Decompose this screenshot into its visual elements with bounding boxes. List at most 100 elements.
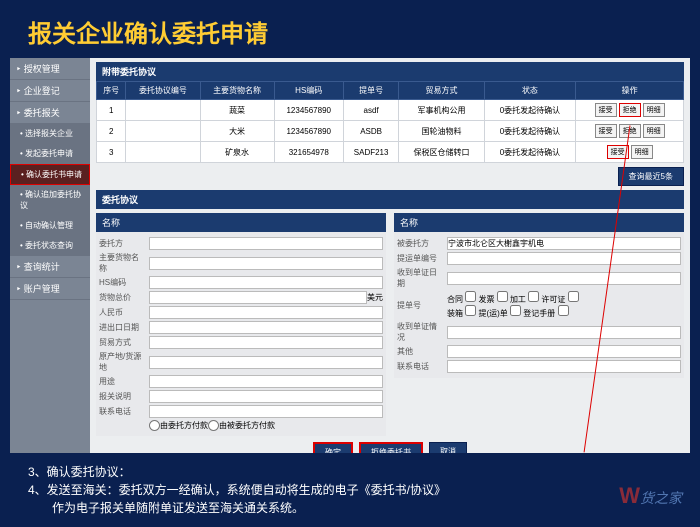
sidebar-item-4[interactable]: • 发起委托申请 [10, 144, 90, 164]
pay-radio-1[interactable] [149, 420, 160, 431]
confirm-button[interactable]: 确定 [313, 442, 353, 453]
form-input[interactable] [149, 375, 383, 388]
sidebar-item-3[interactable]: • 选择报关企业 [10, 124, 90, 144]
sidebar-item-0[interactable]: ‣ 授权管理 [10, 58, 90, 80]
form-input[interactable] [149, 257, 383, 270]
form-input[interactable] [149, 356, 383, 369]
cell-goods: 大米 [200, 121, 274, 142]
form-row: 委托方 [99, 237, 383, 250]
cell-seq: 2 [97, 121, 126, 142]
form-label: 货物总价 [99, 292, 149, 303]
footer-line-2: 4、发送至海关：委托双方一经确认，系统便自动将生成的电子《委托书/协议》 [28, 481, 446, 499]
col-header: 主要货物名称 [200, 82, 274, 100]
table-row: 2大米1234567890ASDB国轮油物料0委托发起待确认接受拒绝明细 [97, 121, 684, 142]
form-panel-title: 委托协议 [96, 190, 684, 209]
form-label: 报关说明 [99, 391, 149, 402]
cell-no [126, 142, 200, 163]
cell-bl: asdf [343, 100, 399, 121]
form-input[interactable] [149, 321, 383, 334]
form-input[interactable] [149, 336, 383, 349]
upper-panel-title: 附带委托协议 [96, 62, 684, 81]
form-right: 名称 被委托方提运单编号收到单证日期提单号合同 发票 加工 许可证 装箱 提(运… [394, 213, 684, 436]
cell-trade: 军事机构公用 [399, 100, 484, 121]
col-header: 操作 [576, 82, 684, 100]
form-input[interactable] [149, 405, 383, 418]
form-label: 联系电话 [99, 406, 149, 417]
cancel-button[interactable]: 取消 [429, 442, 467, 453]
sidebar-item-2[interactable]: ‣ 委托报关 [10, 102, 90, 124]
reject-delegation-button[interactable]: 拒绝委托书 [359, 442, 423, 453]
check-label: 发票 [478, 295, 494, 304]
form-input[interactable] [447, 345, 681, 358]
form-row: 联系电话 [99, 405, 383, 418]
sidebar-item-5[interactable]: • 确认委托书申请 [10, 164, 90, 185]
table-row: 3矿泉水321654978SADF213保税区仓储转口0委托发起待确认接受明细 [97, 142, 684, 163]
op-button[interactable]: 接受 [595, 124, 617, 138]
sidebar-item-7[interactable]: • 自动确认管理 [10, 216, 90, 236]
form-row: 提单号合同 发票 加工 许可证 装箱 提(运)单 登记手册 [397, 291, 681, 319]
query-recent-button[interactable]: 查询最近5条 [618, 167, 684, 186]
form-input[interactable] [447, 360, 681, 373]
main-content: 附带委托协议 序号委托协议编号主要货物名称HS编码提单号贸易方式状态操作 1蔬菜… [90, 58, 690, 453]
form-row: 贸易方式 [99, 336, 383, 349]
form-input[interactable] [447, 252, 681, 265]
form-label: 收到单证情况 [397, 321, 447, 343]
form-row: 收到单证日期 [397, 267, 681, 289]
cell-status: 0委托发起待确认 [484, 121, 576, 142]
op-button[interactable]: 明细 [643, 124, 665, 138]
cell-seq: 3 [97, 142, 126, 163]
cell-trade: 国轮油物料 [399, 121, 484, 142]
form-label: 委托方 [99, 238, 149, 249]
form-input[interactable] [447, 272, 681, 285]
cell-seq: 1 [97, 100, 126, 121]
sidebar-item-8[interactable]: • 委托状态查询 [10, 236, 90, 256]
radio-label: 由被委托方付款 [219, 420, 275, 431]
form-input[interactable] [149, 276, 383, 289]
check-label: 装箱 [447, 309, 463, 318]
doc-checkbox[interactable] [558, 305, 569, 316]
cell-bl: ASDB [343, 121, 399, 142]
form-input[interactable] [447, 326, 681, 339]
sidebar-item-10[interactable]: ‣ 账户管理 [10, 278, 90, 300]
cell-ops: 接受拒绝明细 [576, 100, 684, 121]
form-row: 原产地/货源地 [99, 351, 383, 373]
op-button[interactable]: 拒绝 [619, 103, 641, 117]
form-row: 被委托方 [397, 237, 681, 250]
form-left: 名称 委托方主要货物名称HS编码货物总价 美元人民币进出口日期贸易方式原产地/货… [96, 213, 386, 436]
form-row: 用途 [99, 375, 383, 388]
doc-checkbox[interactable] [465, 305, 476, 316]
pay-radio-2[interactable] [208, 420, 219, 431]
form-input[interactable] [149, 390, 383, 403]
sidebar-item-1[interactable]: ‣ 企业登记 [10, 80, 90, 102]
form-input[interactable] [149, 291, 367, 304]
form-row: 提运单编号 [397, 252, 681, 265]
form-row: 主要货物名称 [99, 252, 383, 274]
op-button[interactable]: 明细 [643, 103, 665, 117]
check-label: 许可证 [541, 295, 565, 304]
form-input[interactable] [149, 306, 383, 319]
op-button[interactable]: 明细 [631, 145, 653, 159]
footer-line-3: 作为电子报关单随附单证发送至海关通关系统。 [28, 499, 446, 517]
sidebar-item-6[interactable]: • 确认追加委托协议 [10, 185, 90, 216]
form-row: 报关说明 [99, 390, 383, 403]
doc-checkbox[interactable] [568, 291, 579, 302]
cell-hs: 1234567890 [274, 100, 343, 121]
doc-checkbox[interactable] [497, 291, 508, 302]
form-label: 人民币 [99, 307, 149, 318]
form-input[interactable] [149, 237, 383, 250]
doc-checkbox[interactable] [465, 291, 476, 302]
cell-hs: 321654978 [274, 142, 343, 163]
form-input[interactable] [447, 237, 681, 250]
col-header: 序号 [97, 82, 126, 100]
sidebar-item-9[interactable]: ‣ 查询统计 [10, 256, 90, 278]
doc-checkbox[interactable] [510, 305, 521, 316]
doc-checkbox[interactable] [528, 291, 539, 302]
op-button[interactable]: 接受 [595, 103, 617, 117]
form-row: 人民币 [99, 306, 383, 319]
col-header: 委托协议编号 [126, 82, 200, 100]
form-label: 其他 [397, 346, 447, 357]
watermark-icon: W [619, 483, 640, 508]
cell-bl: SADF213 [343, 142, 399, 163]
form-row: 收到单证情况 [397, 321, 681, 343]
currency-label: 美元 [367, 292, 383, 303]
